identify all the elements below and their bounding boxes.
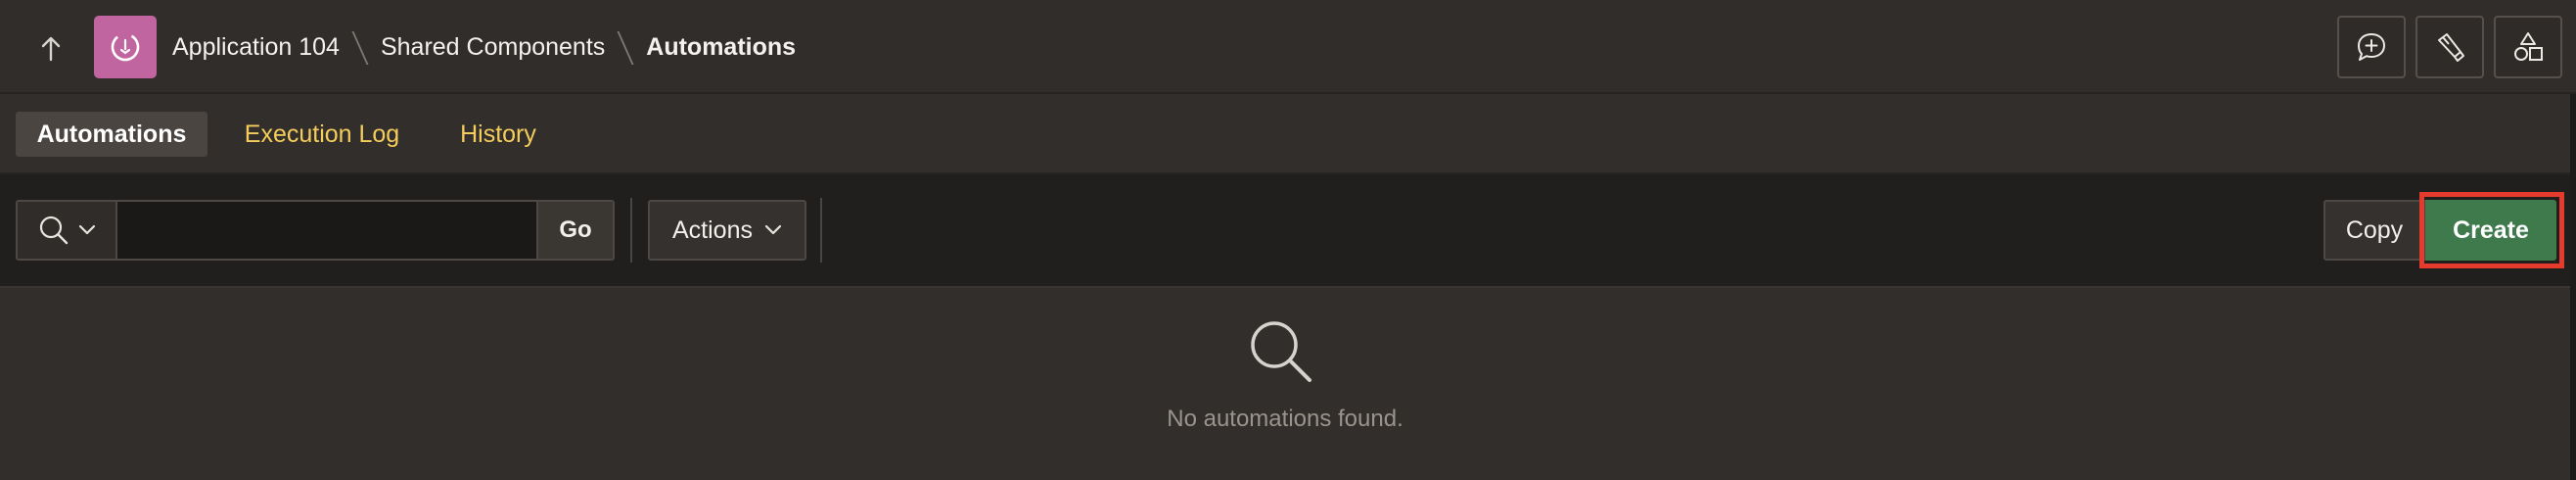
shared-components-button[interactable] <box>2494 16 2562 78</box>
up-arrow-button[interactable] <box>29 27 72 71</box>
tab-history[interactable]: History <box>442 112 554 157</box>
tab-bar: Automations Execution Log History <box>0 94 2576 174</box>
page: Application 104 Shared Components Automa… <box>0 0 2576 480</box>
breadcrumb-separator <box>353 29 367 65</box>
actions-menu-button[interactable]: Actions <box>648 200 806 261</box>
app-badge-icon <box>111 32 140 62</box>
search-icon <box>1251 321 1311 382</box>
create-button[interactable]: Create <box>2425 200 2556 261</box>
breadcrumb-separator <box>619 29 632 65</box>
scrollbar-gutter <box>2570 94 2576 480</box>
toolbar-divider <box>630 198 632 263</box>
empty-state-message: No automations found. <box>1167 406 1403 432</box>
chevron-down-icon <box>764 224 782 235</box>
app-badge[interactable] <box>94 16 157 78</box>
copy-button[interactable]: Copy <box>2323 200 2425 261</box>
go-button[interactable]: Go <box>536 202 613 259</box>
breadcrumb: Application 104 Shared Components Automa… <box>172 0 796 94</box>
search-icon <box>39 216 69 245</box>
report-toolbar: Go Actions Copy Create <box>0 174 2570 288</box>
flashlight-icon <box>2438 33 2464 62</box>
toolbar-divider <box>820 198 822 263</box>
feedback-button[interactable] <box>2337 16 2406 78</box>
empty-state: No automations found. <box>0 290 2570 480</box>
page-title: Automations <box>646 32 797 61</box>
tab-execution-log[interactable]: Execution Log <box>231 112 413 157</box>
page-header: Application 104 Shared Components Automa… <box>0 0 2576 94</box>
breadcrumb-shared-components[interactable]: Shared Components <box>381 33 605 62</box>
search-input[interactable] <box>117 202 536 259</box>
shapes-icon <box>2514 32 2543 61</box>
search-group: Go <box>16 200 615 261</box>
tab-automations[interactable]: Automations <box>16 112 207 157</box>
developer-tools-button[interactable] <box>2415 16 2484 78</box>
arrow-up-icon <box>41 36 61 62</box>
actions-label: Actions <box>672 216 753 244</box>
chat-plus-icon <box>2358 33 2385 61</box>
search-column-toggle[interactable] <box>18 202 117 259</box>
breadcrumb-application[interactable]: Application 104 <box>172 33 340 62</box>
chevron-down-icon <box>78 224 96 235</box>
